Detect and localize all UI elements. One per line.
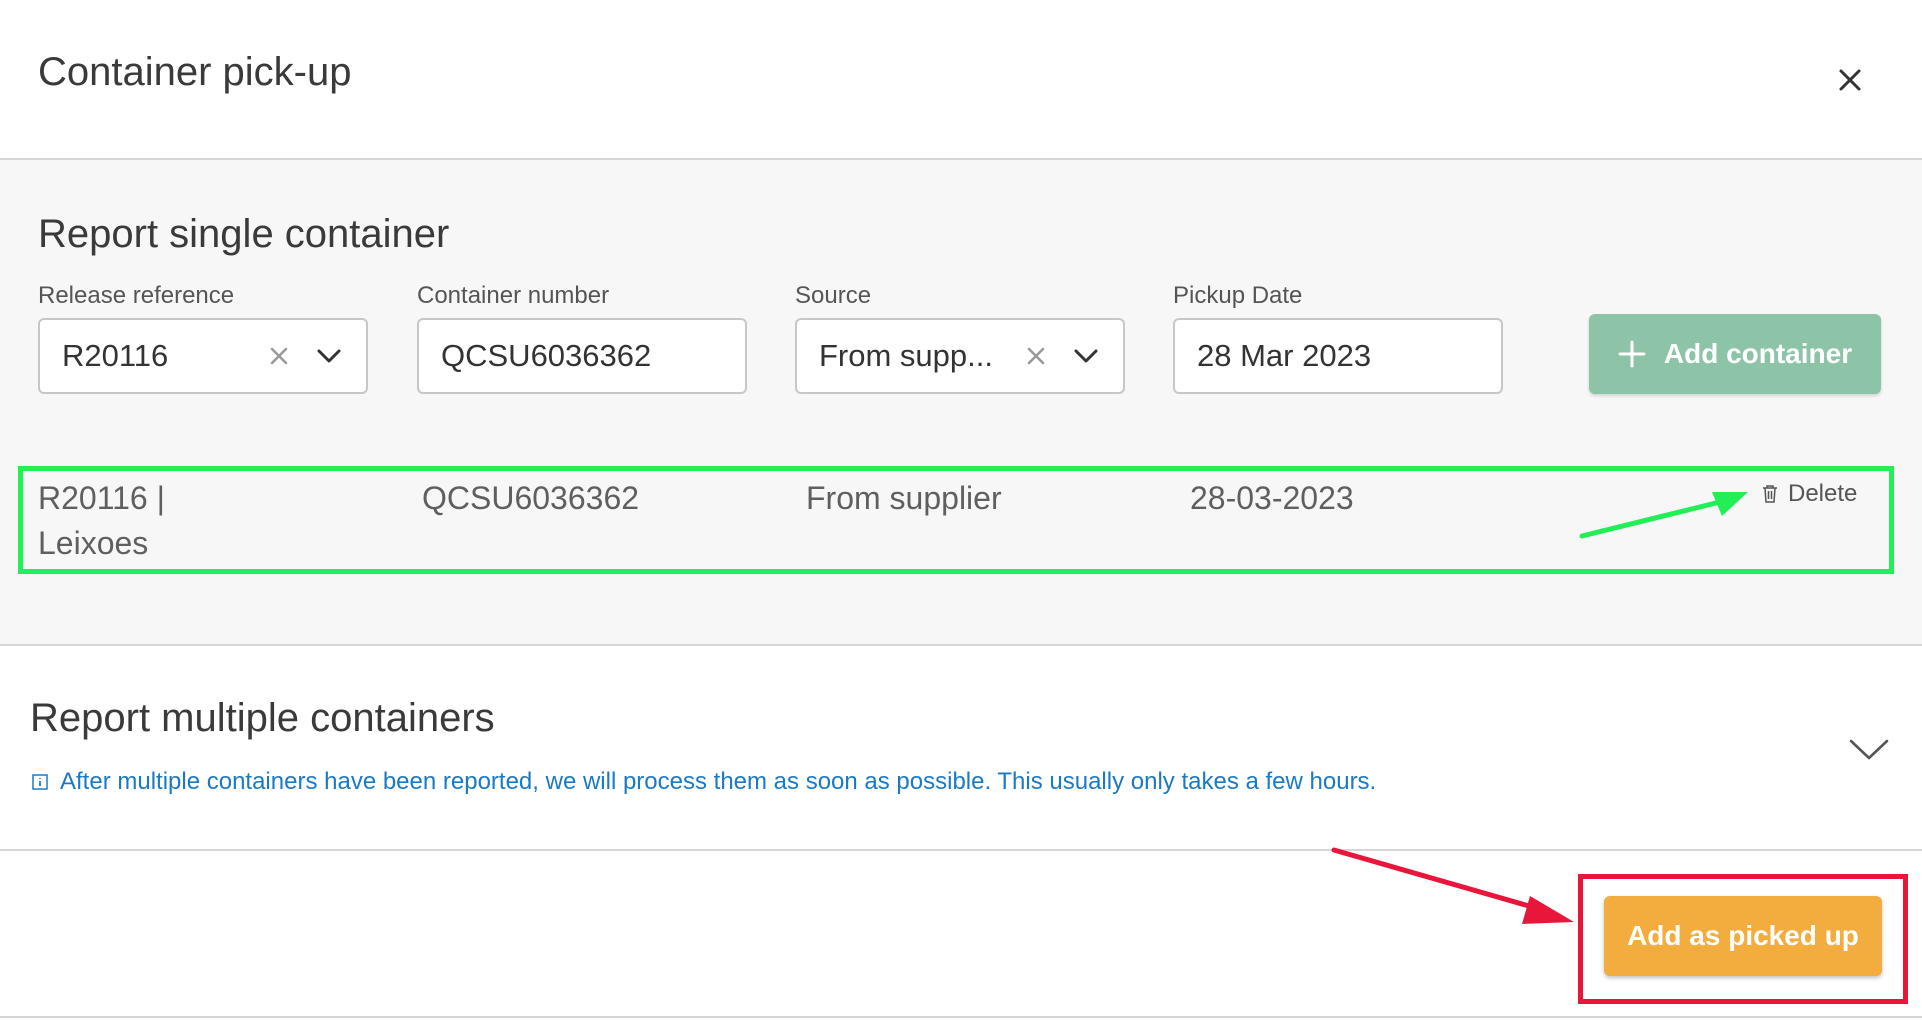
add-container-label: Add container bbox=[1663, 338, 1853, 369]
container-number-value: QCSU6036362 bbox=[441, 338, 652, 373]
trash-icon bbox=[1763, 485, 1777, 503]
pickup-date-label: Pickup Date bbox=[1173, 282, 1303, 309]
green-annotation-arrow bbox=[1579, 492, 1748, 539]
multiple-info-text: After multiple containers have been repo… bbox=[32, 768, 1376, 796]
section-title-multiple: Report multiple containers bbox=[30, 696, 495, 740]
container-number-label: Container number bbox=[417, 282, 610, 309]
delete-button[interactable]: Delete bbox=[1762, 480, 1857, 508]
source-label: Source bbox=[795, 282, 872, 309]
row-release-line2: Leixoes bbox=[38, 525, 149, 561]
info-message: After multiple containers have been repo… bbox=[60, 768, 1377, 795]
source-select[interactable]: From supp... bbox=[795, 318, 1125, 394]
dialog-title: Container pick-up bbox=[38, 50, 352, 94]
chevron-down-icon[interactable] bbox=[1071, 341, 1101, 371]
release-reference-select[interactable]: R20116 bbox=[38, 318, 368, 394]
chevron-down-icon[interactable] bbox=[1848, 734, 1890, 764]
section-title-single: Report single container bbox=[38, 212, 450, 256]
bottom-divider bbox=[0, 1016, 1922, 1018]
row-container-number: QCSU6036362 bbox=[422, 480, 640, 516]
release-reference-label: Release reference bbox=[38, 282, 235, 309]
row-release-line1: R20116 | bbox=[38, 480, 165, 516]
plus-icon bbox=[1618, 340, 1646, 368]
pickup-date-value: 28 Mar 2023 bbox=[1197, 338, 1372, 373]
row-release-reference: R20116 | Leixoes bbox=[38, 476, 165, 566]
red-annotation-arrow bbox=[1331, 847, 1574, 924]
row-source: From supplier bbox=[806, 480, 1002, 516]
clear-icon[interactable] bbox=[1021, 341, 1051, 371]
section-divider bbox=[0, 849, 1922, 851]
chevron-down-icon[interactable] bbox=[314, 341, 344, 371]
container-number-input[interactable]: QCSU6036362 bbox=[417, 318, 747, 394]
row-date: 28-03-2023 bbox=[1190, 480, 1354, 516]
info-icon bbox=[32, 774, 48, 790]
release-reference-value: R20116 bbox=[62, 338, 169, 373]
delete-label: Delete bbox=[1788, 480, 1858, 507]
add-container-button[interactable]: Add container bbox=[1589, 314, 1881, 394]
close-icon[interactable] bbox=[1828, 58, 1872, 102]
source-value: From supp... bbox=[819, 338, 993, 373]
pickup-date-input[interactable]: 28 Mar 2023 bbox=[1173, 318, 1503, 394]
clear-icon[interactable] bbox=[264, 341, 294, 371]
add-as-picked-up-button[interactable]: Add as picked up bbox=[1604, 896, 1882, 976]
